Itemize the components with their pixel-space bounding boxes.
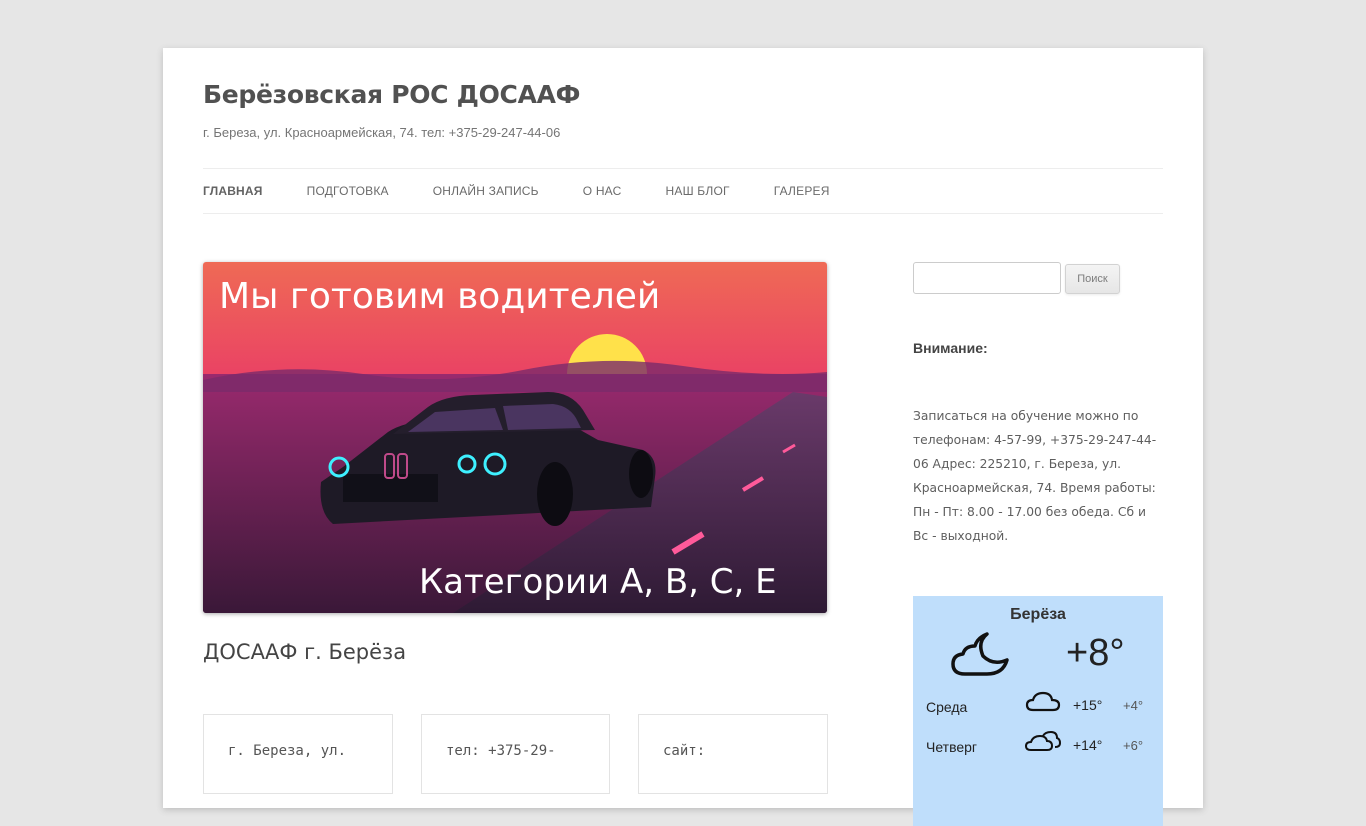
forecast-low-1: +4°	[1123, 698, 1144, 713]
nav-item-blog[interactable]: Наш блог	[666, 184, 730, 198]
night-cloud-icon	[951, 632, 1009, 676]
search-button[interactable]: Поиск	[1065, 264, 1120, 294]
nav-item-gallery[interactable]: Галерея	[774, 184, 830, 198]
website-card: сайт:	[638, 714, 828, 794]
post-title: ДОСААФ г. Берёза	[203, 640, 407, 664]
weather-widget[interactable]: Берёза +8° Среда +15° +4° Четверг +14° +…	[913, 596, 1163, 826]
forecast-high-2: +14°	[1073, 737, 1103, 753]
banner-headline: Мы готовим водителей	[219, 276, 660, 317]
site-title[interactable]: Берёзовская РОС ДОСААФ	[203, 80, 580, 109]
nav-item-training[interactable]: Подготовка	[307, 184, 389, 198]
forecast-day-1: Среда	[926, 699, 968, 715]
hero-banner: Мы готовим водителей Категории A, B, C, …	[203, 262, 827, 613]
weather-city: Берёза	[1010, 606, 1066, 623]
cloud-icon	[1025, 691, 1061, 712]
current-temperature: +8°	[1066, 632, 1125, 674]
banner-subline: Категории A, B, C, E	[419, 562, 777, 602]
cloudy-icon	[1025, 730, 1061, 751]
attention-heading: Внимание:	[913, 340, 988, 356]
address-card: г. Береза, ул.	[203, 714, 393, 794]
site-description: г. Береза, ул. Красноармейская, 74. тел:…	[203, 125, 561, 140]
forecast-day-2: Четверг	[926, 739, 978, 755]
banner-image: Мы готовим водителей Категории A, B, C, …	[203, 262, 827, 613]
forecast-high-1: +15°	[1073, 697, 1103, 713]
nav-item-online-signup[interactable]: Онлайн запись	[433, 184, 539, 198]
main-nav: Главная Подготовка Онлайн запись О нас Н…	[203, 168, 1163, 214]
contact-info-text: Записаться на обучение можно по телефона…	[913, 409, 1157, 543]
nav-item-about[interactable]: О нас	[583, 184, 622, 198]
search-input[interactable]	[913, 262, 1061, 294]
forecast-low-2: +6°	[1123, 738, 1144, 753]
phone-card: тел: +375-29-	[421, 714, 610, 794]
nav-item-home[interactable]: Главная	[203, 184, 263, 198]
page-container: Берёзовская РОС ДОСААФ г. Береза, ул. Кр…	[163, 48, 1203, 826]
